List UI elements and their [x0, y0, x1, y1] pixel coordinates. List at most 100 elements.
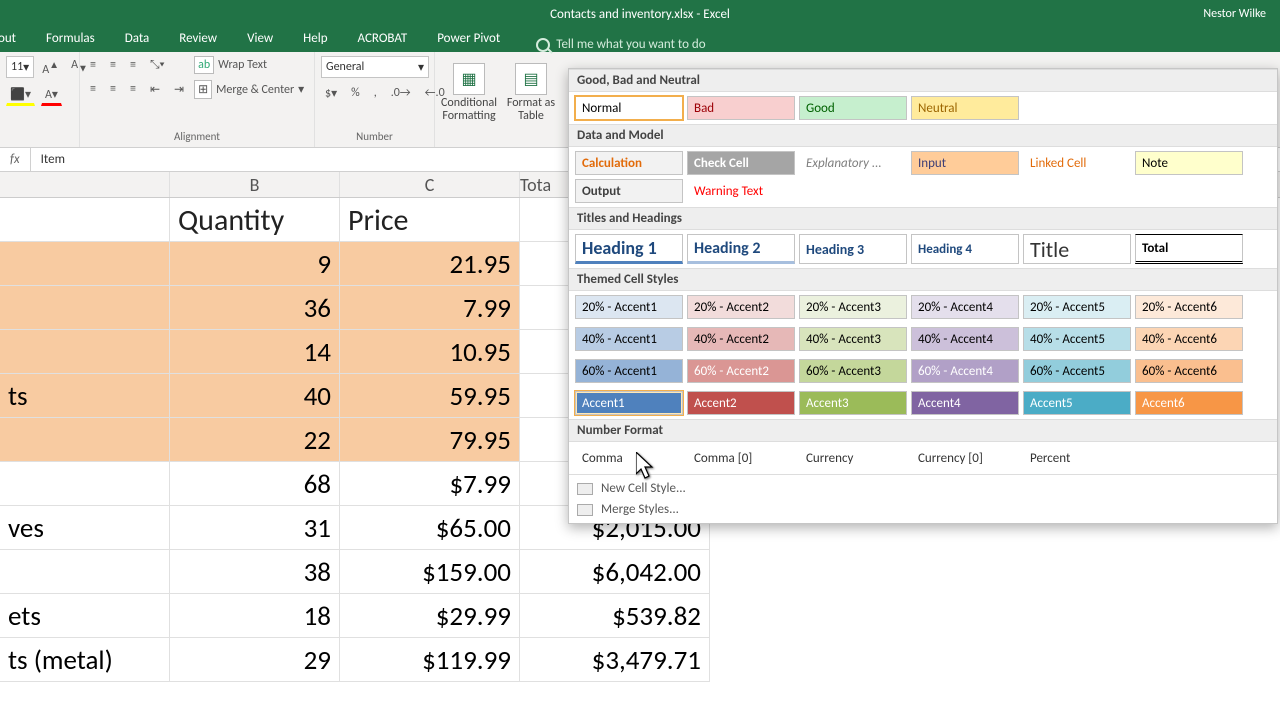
style-swatch[interactable]: Accent1: [575, 391, 683, 415]
currency-button[interactable]: $▾: [321, 84, 341, 103]
align-right-button[interactable]: ≡: [126, 80, 140, 99]
style-swatch[interactable]: Accent5: [1023, 391, 1131, 415]
tab-view[interactable]: View: [243, 28, 277, 52]
style-swatch[interactable]: 60% - Accent2: [687, 359, 795, 383]
style-swatch[interactable]: Comma: [575, 446, 683, 470]
style-swatch[interactable]: Accent2: [687, 391, 795, 415]
style-swatch[interactable]: 60% - Accent1: [575, 359, 683, 383]
style-swatch[interactable]: Accent4: [911, 391, 1019, 415]
grow-font-button[interactable]: A▲: [38, 56, 63, 79]
cell[interactable]: $6,042.00: [520, 550, 710, 594]
align-left-button[interactable]: ≡: [86, 80, 100, 99]
increase-decimal-button[interactable]: .0→: [387, 84, 415, 103]
cell[interactable]: $119.99: [340, 638, 520, 682]
cell[interactable]: 18: [170, 594, 340, 638]
cell[interactable]: 22: [170, 418, 340, 462]
orientation-button[interactable]: ⤡▾: [146, 56, 169, 74]
fill-color-button[interactable]: ⬛▾: [6, 85, 35, 106]
merge-center-button[interactable]: ⊞Merge & Center▾: [194, 80, 304, 99]
style-swatch[interactable]: 20% - Accent5: [1023, 295, 1131, 319]
style-swatch[interactable]: Explanatory ...: [799, 151, 907, 175]
style-swatch[interactable]: 40% - Accent6: [1135, 327, 1243, 351]
tab-data[interactable]: Data: [121, 28, 154, 52]
style-swatch[interactable]: 60% - Accent3: [799, 359, 907, 383]
cell[interactable]: 10.95: [340, 330, 520, 374]
merge-styles-button[interactable]: Merge Styles...: [577, 502, 1269, 517]
style-swatch[interactable]: Note: [1135, 151, 1243, 175]
user-name[interactable]: Nestor Wilke: [1203, 7, 1266, 21]
style-swatch[interactable]: Good: [799, 96, 907, 120]
tab-power-pivot[interactable]: Power Pivot: [433, 28, 504, 52]
tab-review[interactable]: Review: [175, 28, 221, 52]
increase-indent-button[interactable]: ⇥: [170, 80, 188, 99]
cell[interactable]: 14: [170, 330, 340, 374]
style-swatch[interactable]: Heading 4: [911, 234, 1019, 264]
cell[interactable]: [0, 242, 170, 286]
conditional-formatting-button[interactable]: ▦ Conditional Formatting: [441, 56, 497, 130]
style-swatch[interactable]: 20% - Accent1: [575, 295, 683, 319]
cell[interactable]: $65.00: [340, 506, 520, 550]
tab-formulas[interactable]: Formulas: [42, 28, 99, 52]
style-swatch[interactable]: Accent3: [799, 391, 907, 415]
cell[interactable]: [0, 462, 170, 506]
cell[interactable]: 7.99: [340, 286, 520, 330]
fx-icon[interactable]: fx: [0, 148, 31, 171]
cell[interactable]: 59.95: [340, 374, 520, 418]
align-bottom-button[interactable]: ≡: [126, 56, 140, 74]
header-cell-item[interactable]: [0, 198, 170, 242]
style-swatch[interactable]: 20% - Accent3: [799, 295, 907, 319]
col-header-b[interactable]: B: [170, 172, 340, 197]
new-cell-style-button[interactable]: New Cell Style...: [577, 481, 1269, 496]
style-swatch[interactable]: 40% - Accent3: [799, 327, 907, 351]
tell-me-search[interactable]: Tell me what you want to do: [536, 37, 705, 52]
cell[interactable]: [0, 330, 170, 374]
cell[interactable]: 21.95: [340, 242, 520, 286]
style-swatch[interactable]: Warning Text: [687, 179, 795, 203]
style-swatch[interactable]: Input: [911, 151, 1019, 175]
cell[interactable]: 29: [170, 638, 340, 682]
style-swatch[interactable]: Total: [1135, 234, 1243, 264]
cell[interactable]: 31: [170, 506, 340, 550]
cell[interactable]: ts (metal): [0, 638, 170, 682]
style-swatch[interactable]: Linked Cell: [1023, 151, 1131, 175]
style-swatch[interactable]: 60% - Accent6: [1135, 359, 1243, 383]
tab-layout[interactable]: out: [0, 28, 20, 52]
cell[interactable]: $29.99: [340, 594, 520, 638]
cell[interactable]: [0, 550, 170, 594]
style-swatch[interactable]: 20% - Accent2: [687, 295, 795, 319]
style-swatch[interactable]: Title: [1023, 234, 1131, 264]
number-format-dropdown[interactable]: General▾: [321, 56, 429, 78]
cell[interactable]: ves: [0, 506, 170, 550]
style-swatch[interactable]: 40% - Accent4: [911, 327, 1019, 351]
font-color-button[interactable]: A▾: [41, 85, 62, 106]
tab-help[interactable]: Help: [299, 28, 331, 52]
cell[interactable]: 79.95: [340, 418, 520, 462]
style-swatch[interactable]: Heading 3: [799, 234, 907, 264]
percent-button[interactable]: %: [347, 84, 364, 103]
style-swatch[interactable]: Calculation: [575, 151, 683, 175]
cell[interactable]: ts: [0, 374, 170, 418]
cell[interactable]: [0, 418, 170, 462]
style-swatch[interactable]: 40% - Accent1: [575, 327, 683, 351]
style-swatch[interactable]: Heading 1: [575, 234, 683, 264]
cell[interactable]: 38: [170, 550, 340, 594]
cell[interactable]: $539.82: [520, 594, 710, 638]
style-swatch[interactable]: Output: [575, 179, 683, 203]
cell[interactable]: $7.99: [340, 462, 520, 506]
cell[interactable]: 40: [170, 374, 340, 418]
cell[interactable]: $3,479.71: [520, 638, 710, 682]
cell[interactable]: [0, 286, 170, 330]
style-swatch[interactable]: Heading 2: [687, 234, 795, 264]
decrease-indent-button[interactable]: ⇤: [146, 80, 164, 99]
style-swatch[interactable]: Check Cell: [687, 151, 795, 175]
cell[interactable]: 68: [170, 462, 340, 506]
style-swatch[interactable]: Currency: [799, 446, 907, 470]
cell[interactable]: 36: [170, 286, 340, 330]
cell[interactable]: ets: [0, 594, 170, 638]
style-swatch[interactable]: 60% - Accent5: [1023, 359, 1131, 383]
tab-acrobat[interactable]: ACROBAT: [354, 28, 412, 52]
align-middle-button[interactable]: ≡: [106, 56, 120, 74]
cell[interactable]: 9: [170, 242, 340, 286]
style-swatch[interactable]: Normal: [575, 96, 683, 120]
align-top-button[interactable]: ≡: [86, 56, 100, 74]
